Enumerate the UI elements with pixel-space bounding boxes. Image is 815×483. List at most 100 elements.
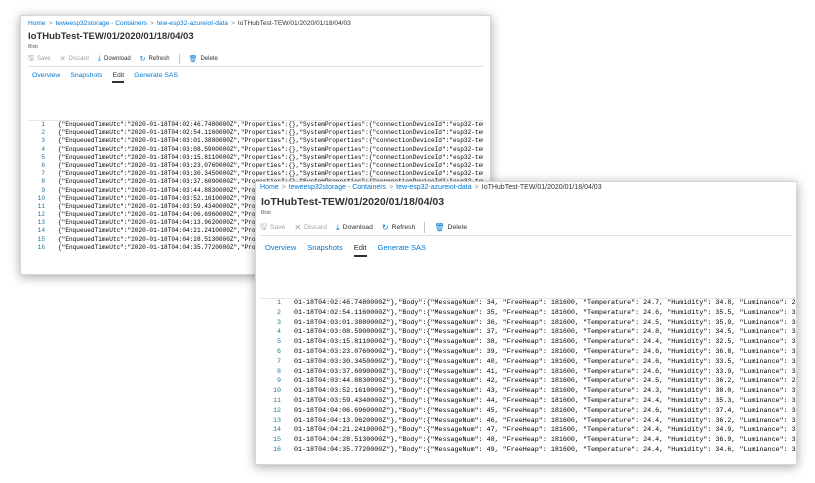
line-text: 01-18T04:04:21.2410000Z"},"Body":{"Messa… xyxy=(294,426,796,435)
discard-label: Discard xyxy=(68,56,89,62)
tab-snapshots[interactable]: Snapshots xyxy=(70,72,102,83)
line-number: 8 xyxy=(41,178,45,186)
breadcrumb-current-blob: IoTHubTest-TEW/01/2020/01/18/04/03 xyxy=(237,20,351,27)
line-number: 16 xyxy=(272,445,281,454)
line-number: 11 xyxy=(272,396,281,405)
save-icon: 🖫 xyxy=(260,221,267,231)
discard-button[interactable]: ✕ Discard xyxy=(294,223,327,232)
code-line: 15 01-18T04:04:28.5130000Z"},"Body":{"Mes… xyxy=(260,436,796,446)
delete-button[interactable]: 🗑 Delete xyxy=(189,55,218,63)
trash-icon: 🗑 xyxy=(188,56,198,63)
tab-generate-sas[interactable]: Generate SAS xyxy=(378,243,426,257)
page-title: IoTHubTest-TEW/01/2020/01/18/04/03 xyxy=(28,31,194,42)
refresh-button[interactable]: ↻ Refresh xyxy=(382,223,416,232)
refresh-label: Refresh xyxy=(148,56,170,62)
close-icon: ✕ xyxy=(59,56,66,63)
line-text: {"EnqueuedTimeUtc":"2020-01-18T04:03:01.… xyxy=(58,137,483,145)
line-text: 01-18T04:03:23.0760000Z"},"Body":{"Messa… xyxy=(294,347,796,356)
line-text: 01-18T04:04:06.6960000Z"},"Body":{"Messa… xyxy=(294,406,796,415)
tab-bar: Overview Snapshots Edit Generate SAS xyxy=(32,72,178,83)
line-number: 15 xyxy=(272,436,281,445)
refresh-label: Refresh xyxy=(391,224,416,231)
breadcrumb-separator: > xyxy=(150,20,154,27)
tab-overview[interactable]: Overview xyxy=(265,243,296,257)
code-line: 1 {"EnqueuedTimeUtc":"2020-01-18T04:02:46… xyxy=(28,121,483,129)
line-number: 1 xyxy=(41,121,45,128)
code-line: 1 01-18T04:02:46.7480000Z"},"Body":{"Mess… xyxy=(260,299,796,309)
page-subtitle: Blob xyxy=(28,44,39,50)
refresh-button[interactable]: ↻ Refresh xyxy=(140,55,170,63)
code-line: 11 01-18T04:03:59.4340000Z"},"Body":{"Mes… xyxy=(260,397,796,407)
line-number: 14 xyxy=(272,426,281,435)
code-line: 5 {"EnqueuedTimeUtc":"2020-01-18T04:03:15… xyxy=(28,154,483,162)
code-line: 10 01-18T04:03:52.1610000Z"},"Body":{"Mes… xyxy=(260,387,796,397)
code-editor[interactable]: 1 01-18T04:02:46.7480000Z"},"Body":{"Mess… xyxy=(260,298,796,458)
tab-edit[interactable]: Edit xyxy=(112,72,125,83)
download-icon: ⤓ xyxy=(97,55,101,62)
line-number: 7 xyxy=(276,357,281,366)
code-line: 2 {"EnqueuedTimeUtc":"2020-01-18T04:02:54… xyxy=(28,129,483,137)
breadcrumb-storage-containers[interactable]: teweesp32storage - Containers xyxy=(55,20,147,27)
code-line: 6 01-18T04:03:23.0760000Z"},"Body":{"Mess… xyxy=(260,348,796,358)
code-line: 4 01-18T04:03:08.5900000Z"},"Body":{"Mess… xyxy=(260,328,796,338)
delete-label: Delete xyxy=(447,224,468,231)
download-label: Download xyxy=(342,224,373,231)
code-line: 7 01-18T04:03:30.3450000Z"},"Body":{"Mess… xyxy=(260,358,796,368)
code-line: 2 01-18T04:02:54.1160000Z"},"Body":{"Mess… xyxy=(260,309,796,319)
code-line: 4 {"EnqueuedTimeUtc":"2020-01-18T04:03:08… xyxy=(28,146,483,154)
line-number: 6 xyxy=(276,347,281,356)
line-number: 12 xyxy=(37,211,45,219)
save-label: Save xyxy=(36,56,51,62)
breadcrumb-home[interactable]: Home xyxy=(260,184,279,191)
line-text: 01-18T04:03:08.5900000Z"},"Body":{"Messa… xyxy=(294,328,796,337)
discard-button[interactable]: ✕ Discard xyxy=(60,55,89,63)
line-number: 8 xyxy=(276,367,281,376)
code-line: 5 01-18T04:03:15.8110000Z"},"Body":{"Mess… xyxy=(260,338,796,348)
line-text: {"EnqueuedTimeUtc":"2020-01-18T04:03:08.… xyxy=(58,145,483,153)
page-subtitle: Blob xyxy=(261,210,272,216)
refresh-icon: ↻ xyxy=(381,223,389,232)
code-line: 6 {"EnqueuedTimeUtc":"2020-01-18T04:03:23… xyxy=(28,162,483,170)
line-text: 01-18T04:03:37.6090000Z"},"Body":{"Messa… xyxy=(294,367,796,376)
tab-edit[interactable]: Edit xyxy=(353,243,367,257)
tab-bar: Overview Snapshots Edit Generate SAS xyxy=(265,243,426,257)
command-bar: 🖫 Save ✕ Discard ⤓ Download ↻ Refresh 🗑 Delet… xyxy=(260,220,792,236)
line-text: 01-18T04:03:15.8110000Z"},"Body":{"Messa… xyxy=(294,338,796,347)
toolbar-divider xyxy=(178,54,180,64)
save-button[interactable]: 🖫 Save xyxy=(260,221,285,235)
toolbar-divider xyxy=(424,222,426,233)
blob-window-front: Home > teweesp32storage - Containers > t… xyxy=(255,181,797,465)
line-text: {"EnqueuedTimeUtc":"2020-01-18T04:02:46.… xyxy=(58,121,483,128)
line-text: 01-18T04:04:35.7720000Z"},"Body":{"Messa… xyxy=(294,445,796,454)
line-number: 1 xyxy=(276,299,281,307)
code-line: 7 {"EnqueuedTimeUtc":"2020-01-18T04:03:30… xyxy=(28,170,483,178)
download-button[interactable]: ⤓ Download xyxy=(98,55,131,63)
delete-button[interactable]: 🗑 Delete xyxy=(434,223,467,232)
line-number: 14 xyxy=(37,227,45,235)
line-number: 3 xyxy=(276,318,281,327)
line-number: 11 xyxy=(37,202,45,210)
breadcrumb-storage-containers[interactable]: teweesp32storage - Containers xyxy=(289,184,386,191)
breadcrumb-separator: > xyxy=(231,20,235,27)
breadcrumb-container[interactable]: tew-esp32-azureiot-data xyxy=(157,20,228,27)
tab-overview[interactable]: Overview xyxy=(32,72,60,83)
command-bar: 🖫 Save ✕ Discard ⤓ Download ↻ Refresh 🗑 Delet… xyxy=(28,52,483,67)
line-text: 01-18T04:03:59.4340000Z"},"Body":{"Messa… xyxy=(294,396,796,405)
tab-snapshots[interactable]: Snapshots xyxy=(307,243,342,257)
breadcrumb-container[interactable]: tew-esp32-azureiot-data xyxy=(396,184,472,191)
breadcrumb-current-blob: IoTHubTest-TEW/01/2020/01/18/04/03 xyxy=(481,184,602,191)
breadcrumb: Home > teweesp32storage - Containers > t… xyxy=(28,20,351,27)
code-line: 13 01-18T04:04:13.9620000Z"},"Body":{"Mes… xyxy=(260,417,796,427)
code-line: 9 01-18T04:03:44.8830000Z"},"Body":{"Mess… xyxy=(260,377,796,387)
code-line: 16 01-18T04:04:35.7720000Z"},"Body":{"Mes… xyxy=(260,446,796,456)
line-number: 6 xyxy=(41,161,45,169)
line-text: {"EnqueuedTimeUtc":"2020-01-18T04:03:23.… xyxy=(58,161,483,169)
breadcrumb-home[interactable]: Home xyxy=(28,20,46,27)
line-number: 5 xyxy=(41,153,45,161)
download-button[interactable]: ⤓ Download xyxy=(336,223,373,233)
line-text: {"EnqueuedTimeUtc":"2020-01-18T04:03:30.… xyxy=(58,170,483,178)
line-text: 01-18T04:03:44.8830000Z"},"Body":{"Messa… xyxy=(294,377,796,386)
line-text: 01-18T04:02:54.1160000Z"},"Body":{"Messa… xyxy=(294,308,796,317)
tab-generate-sas[interactable]: Generate SAS xyxy=(134,72,178,83)
save-button[interactable]: 🖫 Save xyxy=(28,54,51,65)
